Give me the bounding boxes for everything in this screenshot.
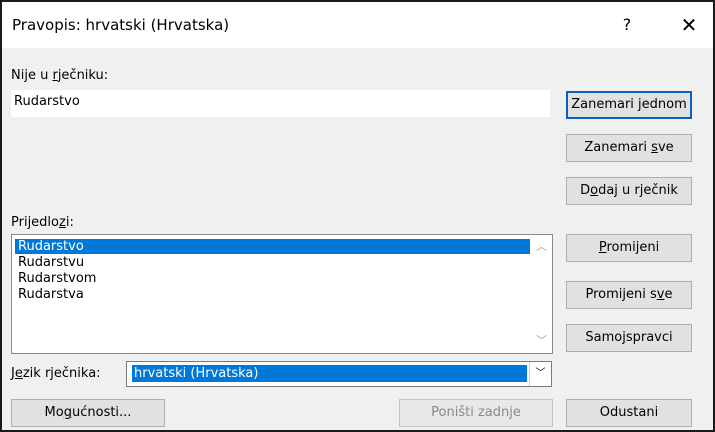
close-icon[interactable]: ✕ (674, 10, 704, 40)
list-item[interactable]: Rudarstvom (15, 271, 530, 286)
suggestions-label: Prijedlozi: (11, 215, 74, 230)
add-to-dictionary-button[interactable]: Dodaj u rječnik (566, 177, 692, 205)
list-item[interactable]: Rudarstvu (15, 255, 530, 270)
not-in-dictionary-field[interactable] (11, 90, 550, 117)
title-bar: Pravopis: hrvatski (Hrvatska) ? ✕ (2, 2, 713, 48)
ignore-all-button[interactable]: Zanemari sve (566, 134, 692, 162)
suggestions-list[interactable]: Rudarstvo Rudarstvu Rudarstvom Rudarstva… (11, 234, 553, 354)
language-value: hrvatski (Hrvatska) (132, 365, 527, 382)
scroll-down-icon[interactable]: ﹀ (533, 332, 550, 349)
list-item[interactable]: Rudarstva (15, 287, 530, 302)
scroll-up-icon[interactable]: ︿ (533, 238, 550, 255)
list-item[interactable]: Rudarstvo (15, 239, 530, 254)
cancel-button[interactable]: Odustani (566, 399, 692, 427)
not-in-dictionary-label: Nije u rječniku: (11, 68, 109, 83)
undo-button[interactable]: Poništi zadnje (399, 399, 553, 427)
not-in-dictionary-word: Rudarstvo (14, 94, 80, 109)
language-label: Jezik rječnika: (11, 366, 101, 381)
change-all-button[interactable]: Promijeni sve (566, 281, 692, 309)
ignore-once-button[interactable]: Zanemari jednom (566, 91, 692, 119)
options-button[interactable]: Mogućnosti... (11, 399, 165, 427)
dialog-title: Pravopis: hrvatski (Hrvatska) (12, 16, 230, 34)
language-select[interactable]: hrvatski (Hrvatska) ﹀ (126, 361, 552, 387)
autocorrect-button[interactable]: Samojspravci (566, 324, 692, 352)
chevron-down-icon[interactable]: ﹀ (529, 362, 551, 386)
change-button[interactable]: Promijeni (566, 234, 692, 262)
spelling-dialog: Pravopis: hrvatski (Hrvatska) ? ✕ Nije u… (0, 0, 715, 432)
help-button[interactable]: ? (612, 10, 642, 40)
